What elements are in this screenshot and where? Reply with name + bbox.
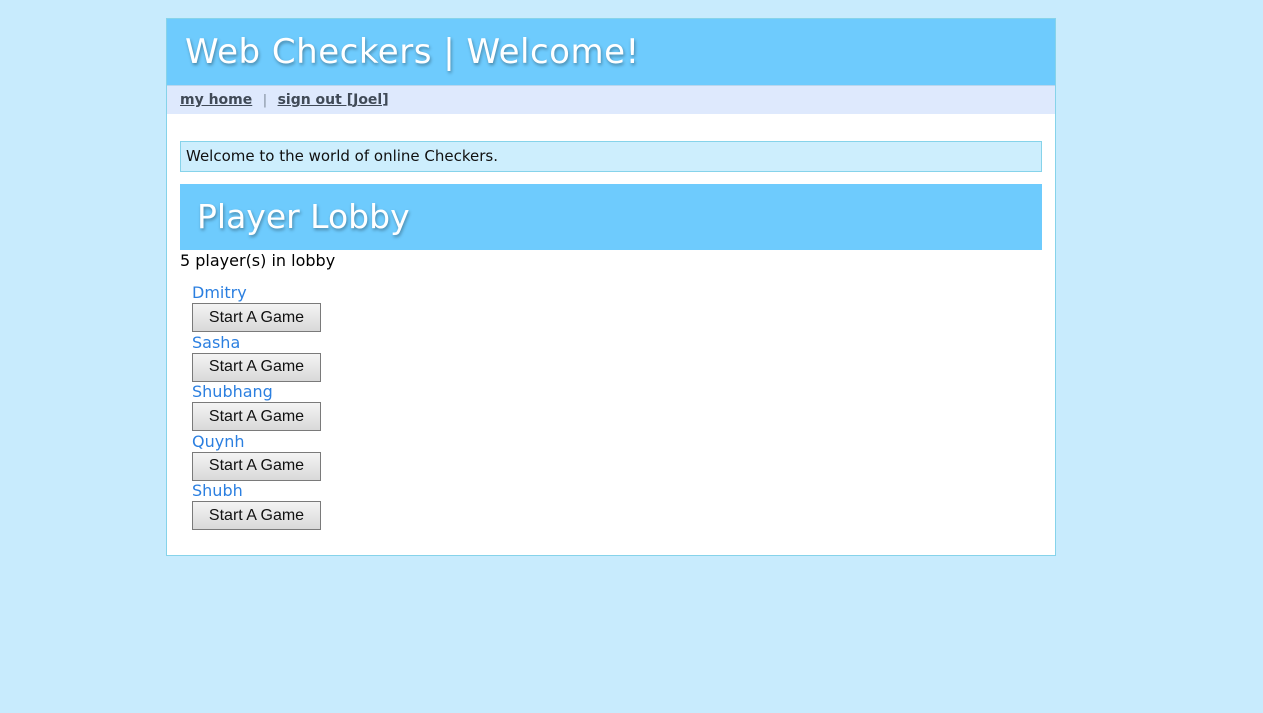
start-game-button[interactable]: Start A Game xyxy=(192,402,321,432)
player-item: Shubhang Start A Game xyxy=(192,382,321,432)
start-game-button[interactable]: Start A Game xyxy=(192,451,321,481)
player-name-link[interactable]: Shubhang xyxy=(192,382,321,402)
page-title: Web Checkers | Welcome! xyxy=(185,32,640,72)
player-name-link[interactable]: Dmitry xyxy=(192,283,321,303)
player-list: Dmitry Start A Game Sasha Start A Game S… xyxy=(192,283,321,531)
lobby-title: Player Lobby xyxy=(197,197,410,236)
start-game-button[interactable]: Start A Game xyxy=(192,303,321,332)
welcome-message: Welcome to the world of online Checkers. xyxy=(180,141,1042,172)
lobby-banner: Player Lobby xyxy=(180,184,1042,250)
nav-separator: | xyxy=(262,93,268,108)
player-name-link[interactable]: Quynh xyxy=(192,432,321,452)
site-header: Web Checkers | Welcome! xyxy=(167,19,1055,85)
player-item: Sasha Start A Game xyxy=(192,333,321,383)
sign-out-link[interactable]: sign out [Joel] xyxy=(278,92,389,108)
player-item: Shubh Start A Game xyxy=(192,481,321,531)
player-item: Quynh Start A Game xyxy=(192,432,321,482)
start-game-button[interactable]: Start A Game xyxy=(192,501,321,531)
player-item: Dmitry Start A Game xyxy=(192,283,321,333)
page-container: Web Checkers | Welcome! my home | sign o… xyxy=(166,18,1056,556)
lobby-player-count: 5 player(s) in lobby xyxy=(180,251,336,270)
player-name-link[interactable]: Shubh xyxy=(192,481,321,501)
player-name-link[interactable]: Sasha xyxy=(192,333,321,353)
nav-bar: my home | sign out [Joel] xyxy=(167,85,1055,114)
my-home-link[interactable]: my home xyxy=(180,92,252,108)
start-game-button[interactable]: Start A Game xyxy=(192,352,321,382)
